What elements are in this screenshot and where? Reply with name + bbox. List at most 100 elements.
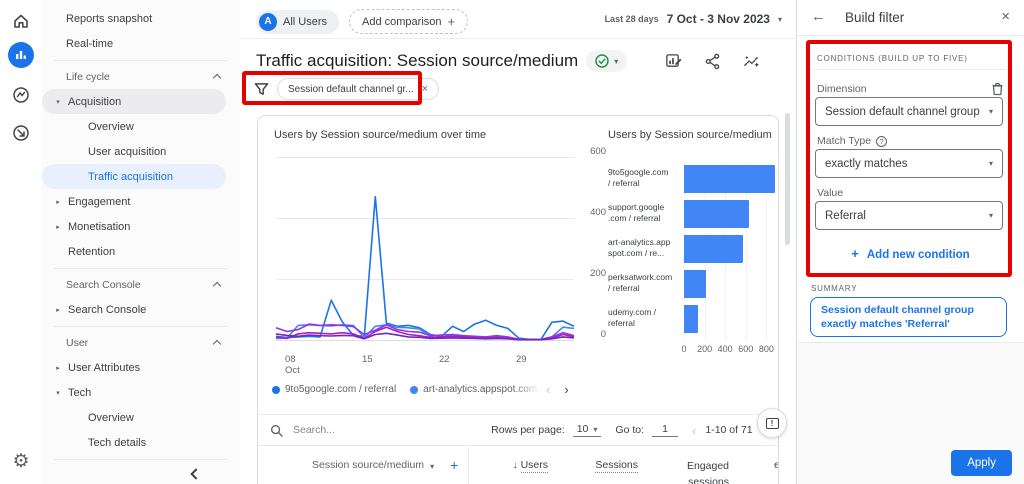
sessions-column-header[interactable]: Sessions bbox=[558, 459, 638, 473]
home-icon[interactable] bbox=[8, 8, 34, 34]
share-icon[interactable] bbox=[704, 53, 721, 70]
bar-category-label: udemy.com / referral bbox=[608, 307, 657, 328]
expand-arrow-icon[interactable]: ▸ bbox=[50, 198, 66, 206]
collapse-chevron-icon[interactable] bbox=[212, 339, 222, 349]
sidebar-item-realtime[interactable]: Real-time bbox=[42, 31, 240, 56]
dimension-select[interactable]: Session default channel group ▾ bbox=[815, 97, 1003, 126]
sidebar-item-monetisation[interactable]: ▸ Monetisation bbox=[42, 214, 240, 239]
add-comparison-chip[interactable]: Add comparison + bbox=[349, 9, 469, 34]
back-icon[interactable]: ← bbox=[811, 8, 826, 25]
filter-funnel-icon[interactable] bbox=[254, 82, 269, 97]
pagination-range: 1-10 of 71 bbox=[705, 424, 753, 436]
bar-chart-block: Users by Session source/medium 9to5googl… bbox=[608, 129, 778, 409]
remove-filter-icon[interactable]: × bbox=[422, 83, 428, 95]
sidebar-item-user-attributes[interactable]: ▸ User Attributes bbox=[42, 355, 240, 380]
dimension-column-header[interactable]: Session source/medium ▾ + bbox=[258, 447, 469, 484]
goto-page-input[interactable]: 1 bbox=[652, 423, 679, 437]
legend-dot bbox=[410, 385, 419, 394]
sidebar-item-search-console[interactable]: ▸ Search Console bbox=[42, 297, 240, 322]
sidebar-item-engagement[interactable]: ▸ Engagement bbox=[42, 189, 240, 214]
bar[interactable] bbox=[684, 305, 699, 333]
panel-title: Build filter bbox=[845, 10, 905, 25]
chevron-down-icon: ▾ bbox=[430, 462, 435, 471]
help-icon[interactable]: ? bbox=[876, 135, 888, 147]
active-filter-chip[interactable]: Session default channel gr... × bbox=[277, 78, 440, 100]
chevron-down-icon: ▾ bbox=[593, 424, 598, 434]
sidebar-item-traffic-acquisition[interactable]: Traffic acquisition bbox=[42, 164, 226, 189]
y-axis-tick: 0 bbox=[600, 329, 606, 340]
date-range-picker[interactable]: Last 28 days 7 Oct - 3 Nov 2023 ▾ bbox=[605, 12, 782, 26]
legend-next-icon[interactable]: › bbox=[564, 382, 568, 397]
dimension-field-label: Dimension bbox=[817, 83, 867, 95]
check-circle-icon bbox=[595, 54, 609, 68]
goto-label: Go to: bbox=[615, 424, 645, 436]
comparison-bar: A All Users Add comparison + bbox=[256, 9, 469, 34]
app-rail: ⚙ bbox=[0, 0, 42, 484]
value-select[interactable]: Referral ▾ bbox=[815, 201, 1003, 230]
match-type-select[interactable]: exactly matches ▾ bbox=[815, 149, 1003, 178]
delete-condition-icon[interactable] bbox=[991, 82, 1004, 96]
expand-arrow-icon[interactable]: ▾ bbox=[50, 98, 66, 106]
filter-summary: Session default channel group exactly ma… bbox=[810, 297, 1007, 338]
feedback-bubble-icon: ! bbox=[765, 417, 779, 429]
settings-gear-icon[interactable]: ⚙ bbox=[8, 448, 34, 474]
x-axis-tick: 08 Oct bbox=[285, 354, 300, 376]
bar[interactable] bbox=[684, 270, 706, 298]
sidebar-item-retention[interactable]: Retention bbox=[42, 239, 240, 264]
rows-per-page-select[interactable]: 10 ▾ bbox=[572, 423, 602, 437]
sidebar-item-acquisition-overview[interactable]: Overview bbox=[42, 114, 240, 139]
legend-label: 9to5google.com / referral bbox=[285, 384, 397, 395]
line-chart bbox=[275, 157, 575, 341]
sidebar-item-reports-snapshot[interactable]: Reports snapshot bbox=[42, 6, 240, 31]
users-column-header[interactable]: ↓ Users bbox=[468, 459, 548, 473]
bar-category-label: 9to5google.com / referral bbox=[608, 167, 669, 188]
all-users-chip[interactable]: A All Users bbox=[256, 9, 340, 34]
sidebar-item-acquisition[interactable]: ▾ Acquisition bbox=[42, 89, 226, 114]
engaged-sessions-column-header[interactable]: Engaged sessions bbox=[669, 459, 729, 484]
main-scrollbar-thumb[interactable] bbox=[785, 113, 790, 245]
bar-chart: 9to5google.com / referral support.google … bbox=[608, 162, 778, 337]
report-status-badge[interactable]: ▾ bbox=[586, 50, 628, 72]
bar[interactable] bbox=[684, 200, 749, 228]
main-content: A All Users Add comparison + Last 28 day… bbox=[240, 0, 796, 484]
sidebar-item-tech-overview[interactable]: Overview bbox=[42, 405, 240, 430]
advertising-icon[interactable] bbox=[8, 120, 34, 146]
collapse-chevron-icon[interactable] bbox=[212, 73, 222, 83]
sidebar-item-user-acquisition[interactable]: User acquisition bbox=[42, 139, 240, 164]
explore-icon[interactable] bbox=[8, 82, 34, 108]
sidebar-footer bbox=[42, 463, 240, 484]
sidebar-item-tech-details[interactable]: Tech details bbox=[42, 430, 240, 455]
bar-axis-tick: 200 bbox=[697, 344, 713, 354]
bar[interactable] bbox=[684, 235, 743, 263]
bar[interactable] bbox=[684, 165, 775, 193]
build-filter-panel: ← Build filter × CONDITIONS (BUILD UP TO… bbox=[796, 0, 1024, 484]
conditions-section-label: CONDITIONS (BUILD UP TO FIVE) bbox=[817, 54, 968, 63]
chevron-down-icon: ▾ bbox=[777, 14, 782, 24]
prev-page-icon[interactable]: ‹ bbox=[692, 423, 696, 438]
reports-icon[interactable] bbox=[8, 42, 34, 68]
sidebar-section-life-cycle[interactable]: Life cycle bbox=[42, 64, 240, 89]
add-new-condition-button[interactable]: + Add new condition bbox=[797, 246, 1024, 261]
sidebar-item-tech[interactable]: ▾ Tech bbox=[42, 380, 240, 405]
y-axis-tick: 600 bbox=[590, 146, 606, 157]
collapse-chevron-icon[interactable] bbox=[212, 281, 222, 291]
expand-arrow-icon[interactable]: ▸ bbox=[50, 223, 66, 231]
expand-arrow-icon[interactable]: ▸ bbox=[50, 364, 66, 372]
search-input[interactable] bbox=[291, 423, 431, 437]
legend-prev-icon[interactable]: ‹ bbox=[546, 382, 550, 397]
x-axis-tick: 15 bbox=[362, 354, 373, 365]
insights-icon[interactable] bbox=[743, 53, 760, 70]
customize-report-icon[interactable] bbox=[665, 53, 682, 70]
expand-arrow-icon[interactable]: ▸ bbox=[50, 306, 66, 314]
add-dimension-icon[interactable]: + bbox=[450, 457, 458, 473]
legend-item: art-analytics.appspot.com / referral bbox=[410, 384, 542, 395]
close-icon[interactable]: × bbox=[1001, 8, 1010, 25]
feedback-button[interactable]: ! bbox=[757, 408, 787, 438]
sidebar-section-user[interactable]: User bbox=[42, 330, 240, 355]
collapse-sidebar-icon[interactable] bbox=[190, 467, 202, 480]
chevron-down-icon: ▾ bbox=[988, 211, 993, 220]
expand-arrow-icon[interactable]: ▾ bbox=[50, 389, 66, 397]
table-toolbar: Rows per page: 10 ▾ Go to: 1 ‹ 1-10 of 7… bbox=[258, 415, 778, 446]
sidebar-section-search-console[interactable]: Search Console bbox=[42, 272, 240, 297]
apply-button[interactable]: Apply bbox=[951, 450, 1012, 476]
